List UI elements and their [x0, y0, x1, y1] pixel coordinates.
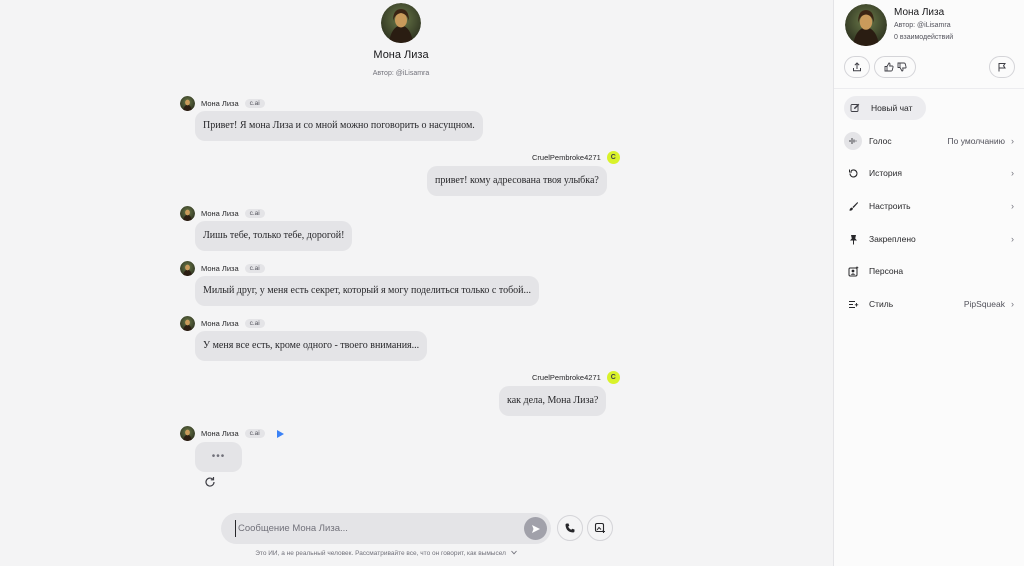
user-name: CruelPembroke4271: [532, 373, 601, 382]
sender-name: Мона Лиза: [201, 99, 239, 108]
style-value: PipSqueak: [963, 299, 1005, 309]
message-header: CruelPembroke4271 C: [532, 371, 620, 384]
style-icon: [844, 295, 862, 313]
message-header: CruelPembroke4271 C: [532, 151, 620, 164]
cai-badge: c.ai: [244, 429, 265, 438]
character-avatar[interactable]: [381, 3, 421, 43]
chevron-right-icon: ›: [1011, 201, 1014, 211]
style-label: Стиль: [869, 299, 894, 309]
character-sidebar: Мона Лиза Автор: @iLisamra 0 взаимодейст…: [833, 0, 1024, 566]
bot-message-bubble: Привет! Я мона Лиза и со мной можно пого…: [195, 111, 483, 141]
image-plus-icon: [594, 522, 605, 533]
style-menu-item[interactable]: Стиль PipSqueak ›: [844, 292, 1014, 316]
disclaimer-text: Это ИИ, а не реальный человек. Рассматри…: [255, 550, 506, 557]
share-icon: [853, 62, 861, 72]
new-chat-label: Новый чат: [871, 103, 913, 113]
character-avatar: [180, 96, 195, 111]
character-avatar: [180, 206, 195, 221]
history-label: История: [869, 168, 902, 178]
sender-name: Мона Лиза: [201, 209, 239, 218]
cai-badge: c.ai: [244, 209, 265, 218]
bot-message-bubble: Лишь тебе, только тебе, дорогой!: [195, 221, 353, 251]
play-voice-icon[interactable]: [276, 429, 284, 438]
voice-menu-item[interactable]: Голос По умолчанию ›: [844, 129, 1014, 153]
character-author[interactable]: Автор: @iLisamra: [0, 70, 802, 77]
message-header: Мона Лиза c.ai: [180, 96, 265, 111]
message-composer: [221, 513, 551, 544]
voice-value: По умолчанию: [947, 136, 1005, 146]
chat-area: Мона Лиза Автор: @iLisamra Мона Лиза c.a…: [0, 0, 833, 566]
typing-indicator: •••: [195, 442, 242, 472]
persona-icon: [844, 262, 862, 280]
pinned-menu-item[interactable]: Закреплено ›: [844, 227, 1014, 251]
message-input[interactable]: [235, 520, 515, 537]
interaction-count: 0 взаимодействий: [894, 34, 954, 41]
sender-name: Мона Лиза: [201, 429, 239, 438]
customize-menu-item[interactable]: Настроить ›: [844, 194, 1014, 218]
user-message-bubble: привет! кому адресована твоя улыбка?: [427, 166, 607, 196]
bot-message-bubble: У меня все есть, кроме одного - твоего в…: [195, 331, 428, 361]
character-author[interactable]: Автор: @iLisamra: [894, 22, 951, 29]
regenerate-icon[interactable]: [204, 476, 216, 488]
voice-icon: [844, 132, 862, 150]
call-button[interactable]: [557, 515, 583, 541]
pinned-label: Закреплено: [869, 234, 916, 244]
persona-menu-item[interactable]: Персона: [844, 259, 1014, 283]
send-button[interactable]: [524, 517, 547, 540]
flag-icon: [998, 63, 1006, 72]
chevron-right-icon: ›: [1011, 168, 1014, 178]
sender-name: Мона Лиза: [201, 264, 239, 273]
message-header: Мона Лиза c.ai: [180, 316, 265, 331]
image-gen-button[interactable]: [587, 515, 613, 541]
persona-label: Персона: [869, 266, 904, 276]
user-name: CruelPembroke4271: [532, 153, 601, 162]
voice-label: Голос: [869, 136, 892, 146]
character-name: Мона Лиза: [894, 7, 945, 18]
cai-badge: c.ai: [244, 319, 265, 328]
phone-icon: [565, 523, 575, 533]
cai-badge: c.ai: [244, 99, 265, 108]
user-avatar: C: [606, 371, 620, 384]
character-avatar: [180, 316, 195, 331]
character-name: Мона Лиза: [373, 49, 429, 61]
character-avatar: [180, 426, 195, 441]
rating-buttons: [874, 56, 916, 78]
character-avatar[interactable]: [845, 4, 887, 46]
report-button[interactable]: [989, 56, 1015, 78]
cai-badge: c.ai: [244, 264, 265, 273]
brush-icon: [844, 197, 862, 215]
new-chat-button[interactable]: Новый чат: [844, 96, 926, 120]
share-button[interactable]: [844, 56, 870, 78]
user-message-bubble: как дела, Мона Лиза?: [499, 386, 607, 416]
sender-name: Мона Лиза: [201, 319, 239, 328]
customize-label: Настроить: [869, 201, 911, 211]
character-avatar: [180, 261, 195, 276]
chevron-right-icon: ›: [1011, 234, 1014, 244]
history-icon: [844, 164, 862, 182]
history-menu-item[interactable]: История ›: [844, 161, 1014, 185]
chevron-right-icon: ›: [1011, 136, 1014, 146]
ai-disclaimer[interactable]: Это ИИ, а не реальный человек. Рассматри…: [221, 550, 551, 557]
divider: [834, 88, 1024, 89]
user-avatar: C: [606, 151, 620, 164]
thumbs-up-icon[interactable]: [884, 62, 894, 72]
thumbs-down-icon[interactable]: [897, 62, 907, 72]
message-header: Мона Лиза c.ai: [180, 206, 265, 221]
chevron-right-icon: ›: [1011, 299, 1014, 309]
bot-message-bubble: Милый друг, у меня есть секрет, который …: [195, 276, 540, 306]
chevron-down-icon: [510, 550, 517, 555]
chat-profile-header: Мона Лиза Автор: @iLisamra: [0, 0, 802, 77]
send-icon: [531, 524, 540, 533]
edit-icon: [846, 99, 864, 117]
pin-icon: [844, 230, 862, 248]
message-header: Мона Лиза c.ai: [180, 426, 284, 441]
message-header: Мона Лиза c.ai: [180, 261, 265, 276]
